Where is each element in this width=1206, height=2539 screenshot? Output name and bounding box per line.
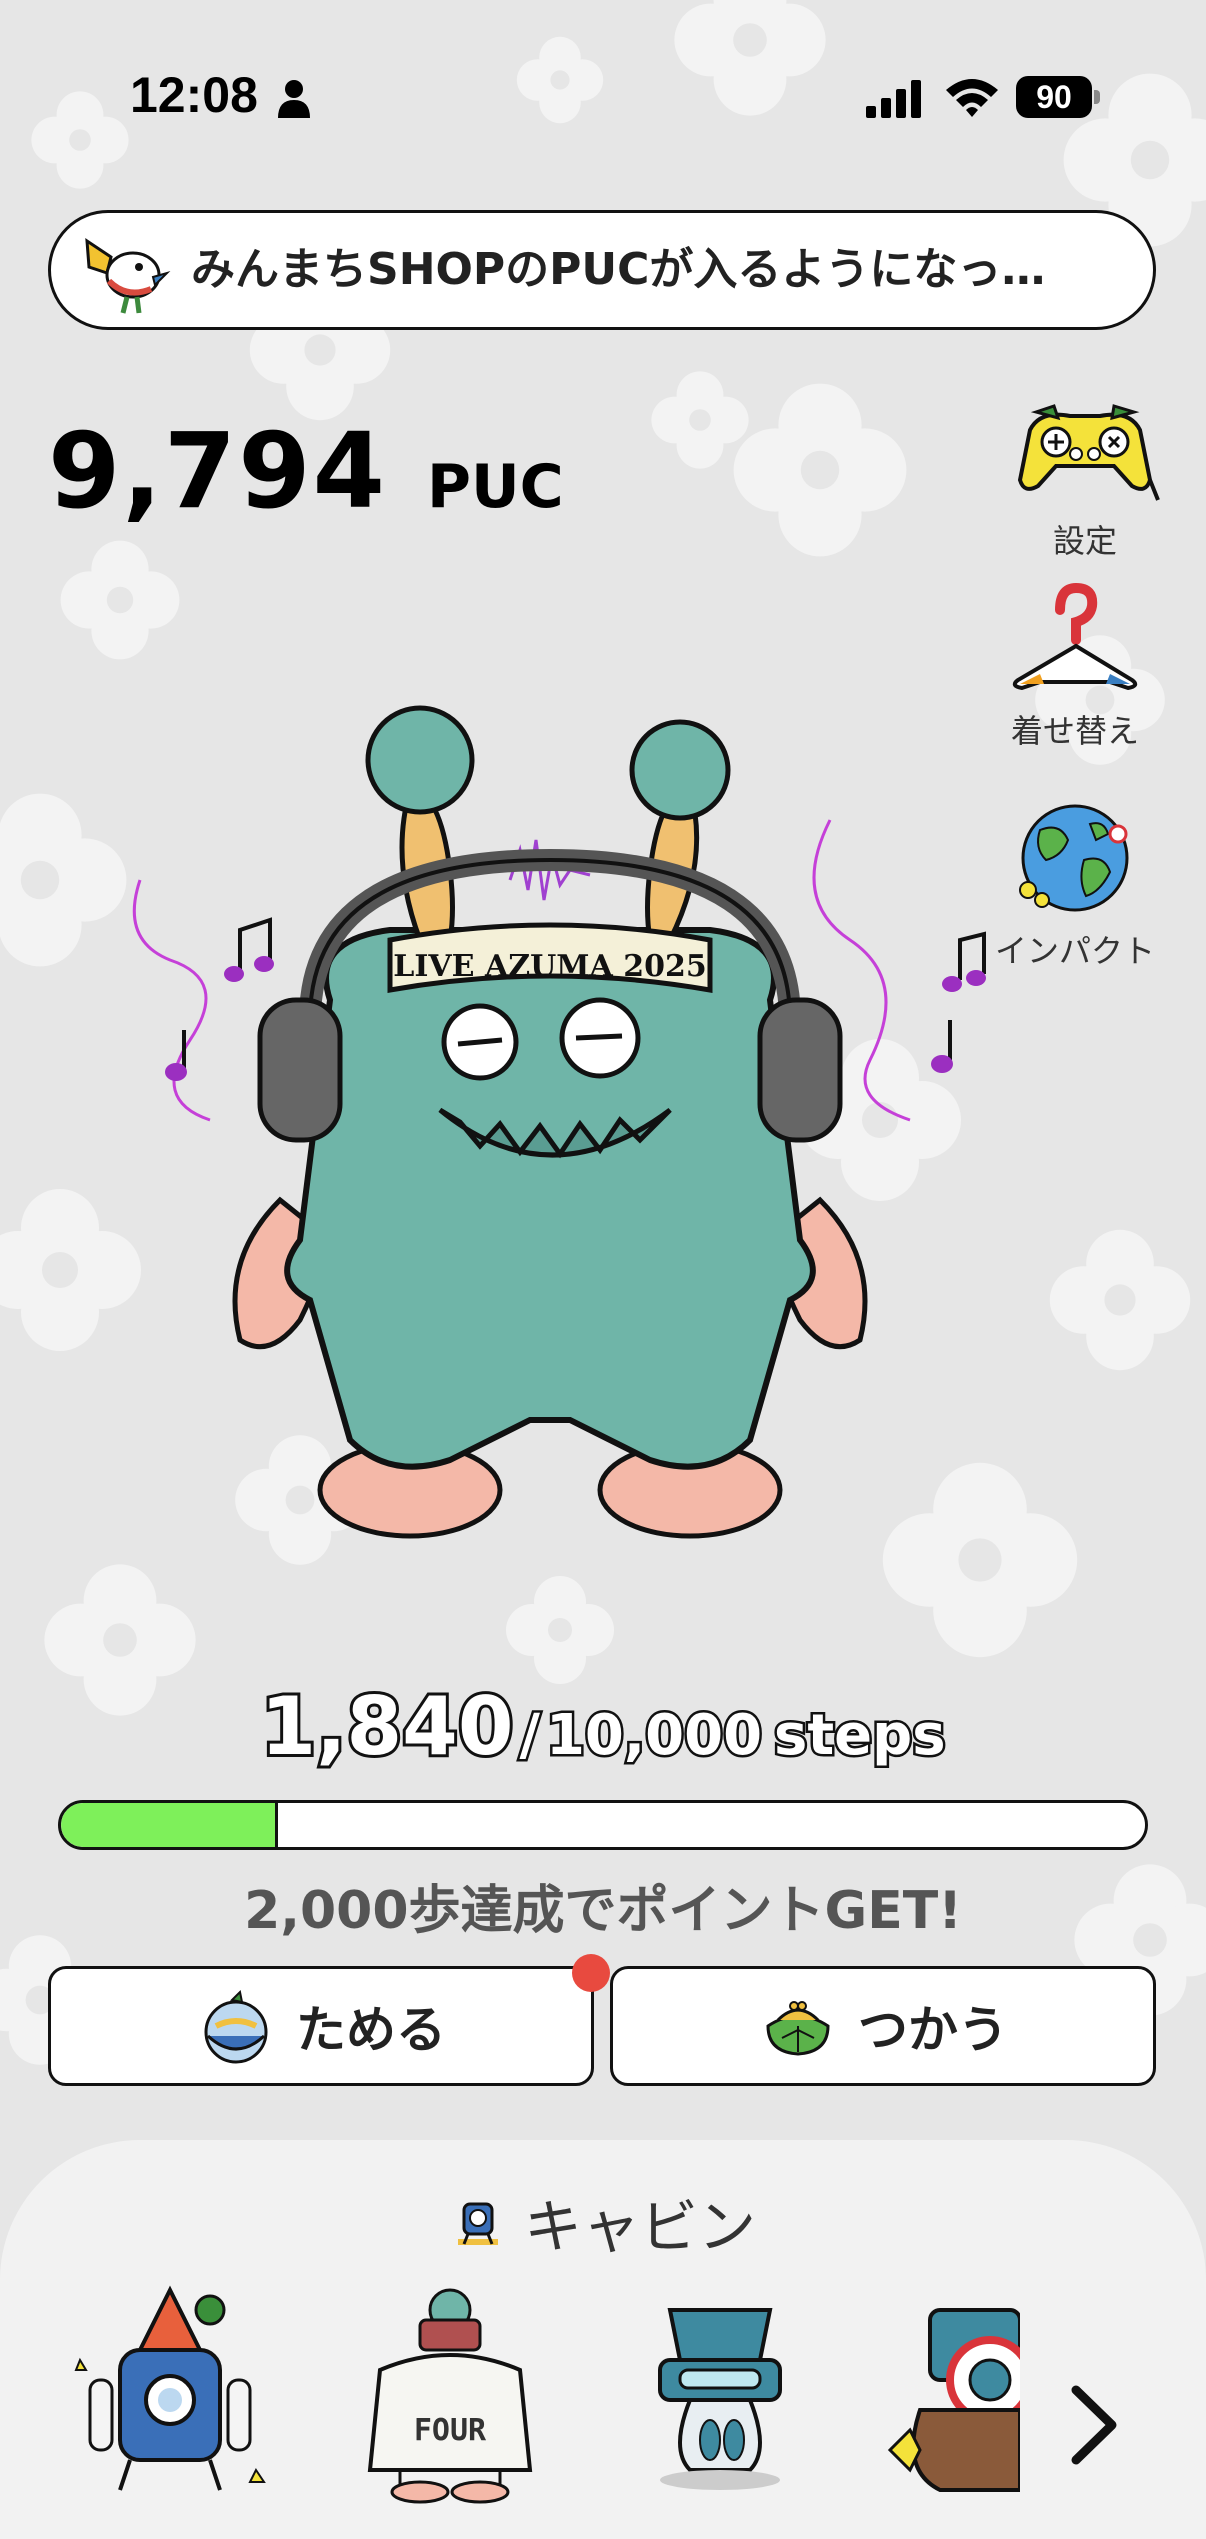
signal-icon — [866, 80, 921, 118]
game-controller-icon — [1017, 404, 1160, 501]
status-bar: 12:08 90 — [0, 0, 1206, 200]
points-balance: 9,794 PUC — [48, 410, 564, 532]
settings-button[interactable]: 設定 — [990, 390, 1180, 562]
news-text: みんまちSHOPのPUCが入るようになっ… — [191, 244, 1046, 295]
use-points-button[interactable]: つかう — [610, 1966, 1156, 2086]
points-unit: PUC — [426, 452, 564, 522]
save-points-button[interactable]: ためる — [48, 1966, 594, 2086]
svg-text:FOUR: FOUR — [414, 2413, 487, 2448]
chevron-right-icon[interactable] — [1060, 2380, 1130, 2470]
status-time: 12:08 — [130, 67, 258, 123]
steps-separator: / — [517, 1701, 543, 1771]
battery-level: 90 — [1016, 76, 1092, 118]
music-note-icon — [224, 917, 274, 982]
steps-hint: 2,000歩達成でポイントGET! — [244, 1881, 962, 1941]
wifi-icon — [946, 79, 998, 117]
robot-figure-icon[interactable] — [610, 2270, 830, 2510]
headband-text: LIVE AZUMA 2025 — [393, 949, 706, 984]
steps-progress-bar — [58, 1800, 1148, 1850]
coin-purse-icon — [766, 2001, 830, 2056]
steps-goal: 10,000 — [543, 1701, 764, 1771]
globe-icon — [1019, 804, 1129, 912]
cabin-robot-icon — [457, 2202, 498, 2245]
blue-bird-icon — [204, 1989, 268, 2064]
notification-badge — [572, 1954, 610, 1992]
bear-robot-icon[interactable] — [880, 2270, 1020, 2510]
monster-character[interactable]: LIVE AZUMA 2025 — [110, 640, 990, 1560]
use-points-label: つかう — [858, 2001, 1008, 2059]
dressup-button[interactable]: 着せ替え — [980, 580, 1170, 752]
hanger-question-icon — [1012, 582, 1138, 691]
cabin-title: キャビン — [523, 2193, 756, 2261]
points-value: 9,794 — [48, 410, 387, 532]
music-note-icon — [931, 1020, 953, 1073]
steps-unit: steps — [772, 1701, 948, 1771]
megaphone-bird-icon — [85, 238, 171, 314]
steps-progress-fill — [61, 1803, 278, 1847]
settings-label: 設定 — [1052, 522, 1117, 560]
rocket-house-icon[interactable] — [60, 2270, 280, 2510]
news-banner[interactable]: みんまちSHOPのPUCが入るようになっ… — [48, 210, 1156, 330]
person-icon — [278, 80, 310, 118]
cabin-header: キャビン — [0, 2180, 1206, 2264]
steps-counter: 1,840/10,000 steps — [0, 1677, 1206, 1776]
battery-cap — [1094, 90, 1100, 104]
steps-current: 1,840 — [257, 1677, 516, 1776]
music-note-icon — [165, 1030, 187, 1081]
four-sweater-icon[interactable]: FOUR — [340, 2270, 560, 2510]
dressup-label: 着せ替え — [1010, 712, 1139, 750]
impact-button[interactable]: インパクト — [980, 800, 1170, 972]
impact-label: インパクト — [994, 932, 1155, 970]
cabin-panel: キャビン FOUR — [0, 2140, 1206, 2539]
save-points-label: ためる — [296, 2001, 446, 2059]
battery-indicator: 90 — [1016, 76, 1100, 118]
